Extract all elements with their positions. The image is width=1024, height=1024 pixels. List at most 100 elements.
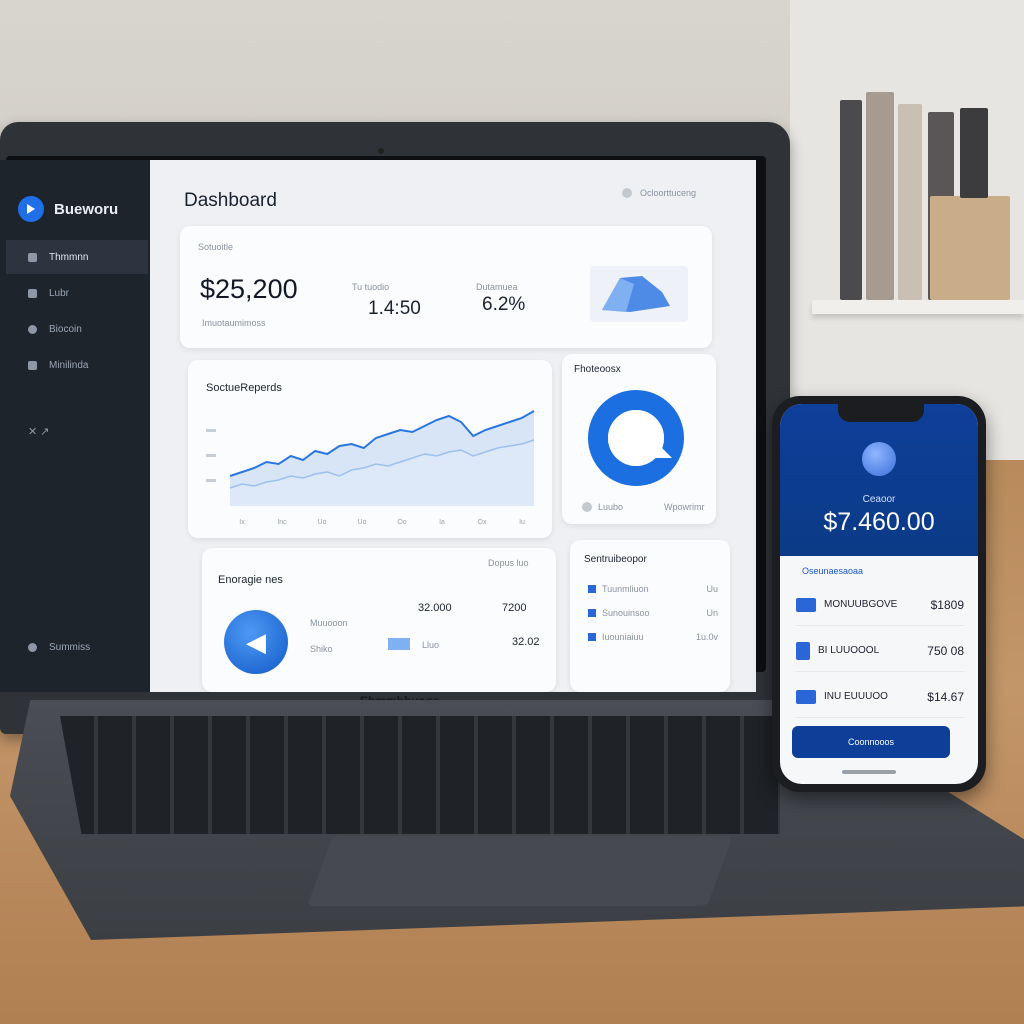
webcam xyxy=(378,148,384,154)
card-icon xyxy=(796,689,816,704)
x-tick-label: Iu xyxy=(519,519,525,526)
expense-row1-name: Muuooon xyxy=(310,618,348,628)
phone-item-value: 750 08 xyxy=(927,643,964,658)
summary-sub-label: Imuotaumimoss xyxy=(202,318,266,328)
sidebar: Bueworu Thmmnn Lubr Biocoin Minilinda ✕ … xyxy=(0,160,150,692)
phone-item-name: INU EUUUOO xyxy=(824,691,888,702)
summary-card: Sotuoitle $25,200 Imuotaumimoss Tu tuodi… xyxy=(180,226,712,348)
x-tick-label: Uo xyxy=(358,519,367,526)
flag-icon xyxy=(388,638,410,650)
phone-item-name: MONUUBGOVE xyxy=(824,599,898,610)
sidebar-logo[interactable]: Bueworu xyxy=(18,196,118,222)
summary-amount: $25,200 xyxy=(200,274,298,304)
x-tick-label: Inc xyxy=(277,519,287,526)
phone-list-item[interactable]: MONUUBGOVE $1809 xyxy=(796,584,964,626)
card-icon xyxy=(796,597,816,612)
transaction-name: Iuouniaiuu xyxy=(602,632,644,642)
transaction-value: 1u.0v xyxy=(695,632,718,642)
donut-hole xyxy=(608,410,664,466)
y-tick-mark xyxy=(206,429,216,432)
sidebar-item-dashboard[interactable]: Thmmnn xyxy=(6,240,148,274)
smartphone: Ceaoor $7.460.00 Oseunaesaoaa MONUUBGOVE… xyxy=(772,396,986,792)
phone-notch xyxy=(838,404,924,422)
x-tick-label: Oo xyxy=(397,519,406,526)
y-tick-mark xyxy=(206,479,216,482)
reports-card: SoctueReperds Ix Inc Uo Uo Oo Ia Ox Iu xyxy=(188,360,552,538)
phone-list-item[interactable]: INU EUUUOO $14.67 xyxy=(796,676,964,718)
sidebar-item-label: Minilinda xyxy=(49,359,89,371)
mini-chart-shape xyxy=(602,276,670,312)
sidebar-item-links[interactable]: ✕ ↗ xyxy=(6,414,148,448)
legend-left-label: Luubo xyxy=(598,502,624,512)
sidebar-item-label: Lubr xyxy=(49,287,70,299)
menu-icon xyxy=(28,252,37,262)
sidebar-item-settings[interactable]: Biocoin xyxy=(6,312,148,346)
phone-list-title: Oseunaesaoaa xyxy=(802,566,864,576)
book xyxy=(930,196,1010,300)
expense-row1-col1: 32.000 xyxy=(418,602,452,614)
card-icon xyxy=(588,633,596,641)
user-avatar-icon xyxy=(622,188,632,198)
transaction-row[interactable]: Iuouniaiuu 1u.0v xyxy=(588,632,718,642)
expense-row2-name: Shiko xyxy=(310,644,333,654)
phone-list-item[interactable]: BI LUUOOOL 750 08 xyxy=(796,630,964,672)
user-menu[interactable]: Ocloorttuceng xyxy=(622,188,696,198)
shelf-board xyxy=(812,300,1024,314)
summary-top-label: Sotuoitle xyxy=(198,242,234,252)
balance-amount: $7.460.00 xyxy=(823,508,935,536)
transaction-row[interactable]: Sunouinsoo Un xyxy=(588,608,718,618)
metric2-label: Dutamuea xyxy=(476,282,518,292)
x-tick-label: Ox xyxy=(478,519,487,526)
x-tick-label: Uo xyxy=(318,519,327,526)
laptop-screen: Bueworu Thmmnn Lubr Biocoin Minilinda ✕ … xyxy=(0,160,756,692)
sidebar-item-label: Summiss xyxy=(49,641,91,653)
profile-avatar[interactable] xyxy=(862,442,896,476)
back-arrow-icon[interactable]: ◀ xyxy=(224,610,288,674)
book xyxy=(840,100,862,300)
brand-name: Bueworu xyxy=(54,200,119,218)
x-tick-label: Ia xyxy=(439,519,445,526)
balance-label: Ceaoor xyxy=(862,494,896,505)
phone-screen: Ceaoor $7.460.00 Oseunaesaoaa MONUUBGOVE… xyxy=(780,404,978,784)
expense-row1-col2: 7200 xyxy=(502,602,527,614)
x-tick-label: Ix xyxy=(239,519,245,526)
legend-dot-icon xyxy=(582,502,592,512)
expense-row2-col2: 32.02 xyxy=(512,636,540,648)
donut-legend-right: Wpowrimr xyxy=(664,502,705,512)
expenses-card: Enoragie nes Dopus luo ◀ Muuooon 32.000 … xyxy=(202,548,556,692)
y-tick-mark xyxy=(206,454,216,457)
document-icon xyxy=(28,360,37,370)
transactions-title: Sentruibeopor xyxy=(584,554,647,565)
book xyxy=(866,92,894,300)
phone-action-button[interactable]: Coonnooos xyxy=(792,726,950,758)
book xyxy=(960,108,988,198)
expenses-right-label: Dopus luo xyxy=(488,558,529,568)
transaction-name: Sunouinsoo xyxy=(602,608,650,618)
sidebar-item-documents[interactable]: Minilinda xyxy=(6,348,148,382)
sidebar-item-folders[interactable]: Lubr xyxy=(6,276,148,310)
metric1-value: 1.4:50 xyxy=(368,298,421,319)
phone-item-value: $14.67 xyxy=(927,689,964,704)
reports-title: SoctueReperds xyxy=(206,382,282,394)
transactions-card: Sentruibeopor Tuunmliuon Uu Sunouinsoo U… xyxy=(570,540,730,692)
sidebar-item-label: Thmmnn xyxy=(49,251,89,263)
card-icon xyxy=(588,585,596,593)
metric1-label: Tu tuodio xyxy=(352,282,390,292)
book xyxy=(898,104,922,300)
link-icon: ✕ ↗ xyxy=(28,425,50,438)
phone-header: Ceaoor $7.460.00 xyxy=(780,404,978,556)
transaction-value: Un xyxy=(706,608,718,618)
card-icon xyxy=(588,609,596,617)
page-title: Dashboard xyxy=(184,190,277,211)
gear-icon xyxy=(28,324,37,334)
phone-item-value: $1809 xyxy=(930,597,964,612)
main-content: Dashboard Ocloorttuceng Sotuoitle $25,20… xyxy=(150,160,756,692)
home-indicator xyxy=(842,770,896,774)
transaction-value: Uu xyxy=(706,584,718,594)
trackpad[interactable] xyxy=(307,836,733,906)
document-icon xyxy=(796,641,810,660)
settings-icon xyxy=(28,642,37,652)
transaction-row[interactable]: Tuunmliuon Uu xyxy=(588,584,718,594)
metric2-value: 6.2% xyxy=(482,294,526,315)
sidebar-item-support[interactable]: Summiss xyxy=(6,630,148,664)
